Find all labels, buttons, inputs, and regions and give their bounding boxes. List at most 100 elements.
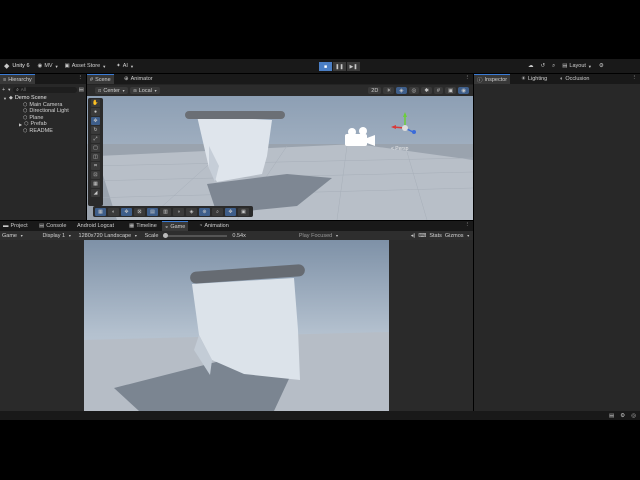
pivot-mode-dropdown[interactable]: ⊡ Center ▼: [95, 87, 129, 94]
add-icon[interactable]: +: [2, 87, 5, 93]
tab-occlusion[interactable]: ◐ Occlusion: [557, 74, 592, 84]
rotate-icon: ↻: [93, 127, 98, 133]
pause-icon: ❚❚: [335, 63, 344, 70]
overlay-tool-7[interactable]: ◑: [173, 207, 184, 216]
hierarchy-item-readme[interactable]: ⬡ README: [3, 128, 85, 135]
ai-button[interactable]: AI: [123, 63, 128, 69]
lighting-toggle[interactable]: ☀: [383, 87, 395, 94]
display-dropdown[interactable]: Display 1: [42, 233, 65, 239]
overlay-tool-9[interactable]: ⊕: [199, 207, 210, 216]
overlay-tool-4[interactable]: ⊠: [134, 207, 145, 216]
pivot-space-label: Local: [138, 87, 152, 94]
account-icon[interactable]: ◉: [38, 63, 43, 69]
overlay-tool-10[interactable]: ⌕: [212, 207, 223, 216]
game-render[interactable]: [84, 240, 389, 411]
tab-android-logcat[interactable]: Android Logcat: [74, 221, 117, 231]
step-button[interactable]: ▶❚: [347, 62, 360, 71]
toolbar-right: ☁ ↺ ⌕ ▤ Layout ▼ ⚙: [528, 59, 604, 73]
effects-toggle[interactable]: ✱: [421, 87, 432, 94]
scene-viewport[interactable]: < Persp ✋ ● ✥ ↻ ⤢ ▢ ◫ ⌗ ⊡ ▦ ◢ ▦ ◐ ✥ ⊠ ▤ …: [87, 96, 473, 220]
pause-button[interactable]: ❚❚: [333, 62, 346, 71]
overlay-tool-3[interactable]: ✥: [121, 207, 132, 216]
shortcuts-icon[interactable]: ⌨: [418, 233, 426, 239]
search-icon[interactable]: ⌕: [552, 63, 555, 70]
account-button[interactable]: MV: [44, 63, 52, 69]
transform-icon: ◫: [93, 154, 98, 160]
android-logcat-tab-label: Android Logcat: [77, 223, 114, 229]
cloth-tool-icon: ▣: [241, 208, 246, 215]
timeline-icon: ▦: [129, 223, 135, 229]
tab-animator[interactable]: ⊕ Animator: [121, 74, 156, 84]
tab-timeline[interactable]: ▦ Timeline: [126, 221, 160, 231]
more-options-icon[interactable]: ⋮: [465, 75, 471, 81]
overlay-tool-5[interactable]: ▤: [147, 207, 158, 216]
tool-custom-1[interactable]: ⌗: [91, 162, 100, 170]
tab-console[interactable]: ▤ Console: [36, 221, 69, 231]
tab-animation[interactable]: ◔ Animation: [196, 221, 232, 231]
play-button[interactable]: ■: [319, 62, 332, 71]
visibility-toggle[interactable]: ◎: [408, 87, 420, 94]
cloth-tool-icon: ⊕: [202, 208, 207, 215]
tool-view[interactable]: ●: [91, 108, 100, 116]
stats-button[interactable]: Stats: [429, 233, 442, 239]
history-icon[interactable]: ↺: [541, 63, 546, 69]
layout-dropdown[interactable]: Layout: [569, 63, 586, 69]
mute-audio-icon[interactable]: ◂): [411, 233, 416, 239]
2d-toggle[interactable]: 2D: [368, 87, 382, 94]
scale-slider[interactable]: [163, 232, 228, 238]
cube-icon: ⬡: [23, 108, 28, 115]
app-title: Unity 6: [12, 63, 30, 69]
overlay-tool-8[interactable]: ◈: [186, 207, 197, 216]
pivot-space-dropdown[interactable]: ⊞ Local ▼: [130, 87, 161, 94]
tool-rotate[interactable]: ↻: [91, 126, 100, 134]
scale-slider-thumb[interactable]: [163, 232, 169, 238]
overlay-tool-6[interactable]: ▥: [160, 207, 171, 216]
tool-handle[interactable]: ✋: [91, 99, 100, 107]
resolution-dropdown[interactable]: 1280x720 Landscape: [79, 233, 132, 239]
more-options-icon[interactable]: ⋮: [78, 75, 84, 81]
settings-icon[interactable]: ◎: [631, 413, 636, 419]
overlay-tool-1[interactable]: ▦: [95, 207, 106, 216]
custom-tool-icon: ⊡: [93, 172, 98, 178]
cube-icon: ⬡: [23, 114, 28, 121]
tool-custom-2[interactable]: ⊡: [91, 171, 100, 179]
gizmos-button[interactable]: Gizmos: [445, 233, 464, 239]
tab-hierarchy[interactable]: ≡ Hierarchy: [0, 74, 35, 84]
animation-tab-label: Animation: [204, 223, 229, 229]
progress-icon[interactable]: ▤: [609, 413, 614, 419]
tool-custom-4[interactable]: ◢: [91, 189, 100, 197]
play-focused-dropdown[interactable]: Play Focused: [299, 233, 332, 239]
draw-mode-toggle[interactable]: ◈: [396, 87, 407, 94]
overlay-tool-11[interactable]: ✥: [225, 207, 236, 216]
settings-icon[interactable]: ⚙: [599, 63, 604, 69]
cloud-icon[interactable]: ☁: [528, 63, 534, 69]
gizmos-toggle[interactable]: ◉: [458, 87, 469, 94]
filter-icon[interactable]: ▤: [79, 87, 84, 93]
tool-scale[interactable]: ⤢: [91, 135, 100, 143]
tool-rect[interactable]: ▢: [91, 144, 100, 152]
more-options-icon[interactable]: ⋮: [465, 222, 471, 228]
hierarchy-search[interactable]: ⌕ All: [13, 86, 77, 93]
chevron-down-icon: ▼: [121, 88, 126, 93]
tab-game[interactable]: ◒ Game: [162, 221, 189, 231]
overlay-tool-12[interactable]: ▣: [238, 207, 249, 216]
grid-toggle[interactable]: #: [433, 87, 443, 94]
tab-lighting[interactable]: ☀ Lighting: [518, 74, 550, 84]
play-icon: ■: [323, 63, 328, 70]
tab-project[interactable]: ▬ Project: [0, 221, 31, 231]
overlay-tool-2[interactable]: ◐: [108, 207, 119, 216]
debug-icon[interactable]: ⚙: [620, 413, 625, 419]
asset-store-button[interactable]: Asset Store: [72, 63, 100, 69]
custom-tool-icon: ◢: [93, 190, 98, 196]
game-mode-dropdown[interactable]: Game: [2, 233, 17, 239]
tab-scene[interactable]: # Scene: [87, 74, 114, 84]
tool-transform[interactable]: ◫: [91, 153, 100, 161]
tool-move[interactable]: ✥: [91, 117, 100, 125]
folder-icon: ▬: [3, 223, 9, 229]
more-options-icon[interactable]: ⋮: [632, 75, 638, 81]
play-controls: ■ ❚❚ ▶❚: [319, 62, 360, 71]
camera-settings-toggle[interactable]: ▣: [444, 87, 457, 94]
tool-custom-3[interactable]: ▦: [91, 180, 100, 188]
move-icon: ✥: [93, 118, 98, 124]
tab-inspector[interactable]: ⓘ Inspector: [474, 74, 511, 84]
